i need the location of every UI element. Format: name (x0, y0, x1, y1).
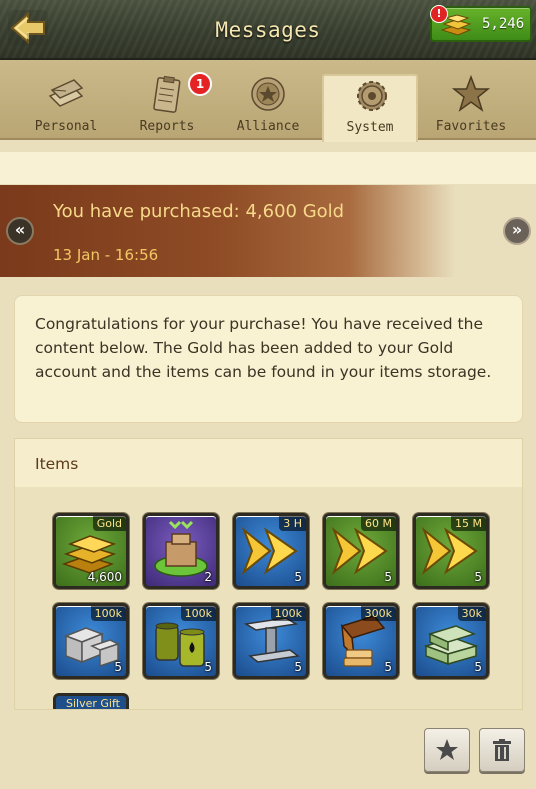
item-tag: 30k (457, 606, 486, 621)
tab-label: System (346, 120, 394, 135)
item-tag: 15 M (451, 516, 486, 531)
alliance-emblem-icon (251, 77, 285, 111)
message-subject: You have purchased: 4,600 Gold (53, 201, 345, 222)
item-silver-gift[interactable]: Silver Gift (53, 693, 129, 710)
spacer-strip (0, 152, 536, 184)
item-gold[interactable]: Gold 4,600 (53, 513, 129, 589)
message-date: 13 Jan - 16:56 (53, 246, 159, 264)
item-tag: 100k (180, 606, 216, 621)
previous-message-button[interactable]: « (6, 217, 34, 245)
tab-label: Reports (139, 119, 195, 134)
item-quantity: 5 (294, 660, 302, 674)
star-icon (436, 739, 458, 760)
tab-label: Favorites (435, 119, 507, 134)
items-header: Items (15, 439, 522, 487)
tab-label: Alliance (236, 119, 300, 134)
top-bar: Messages 5,246 ! (0, 0, 536, 60)
item-cash[interactable]: 30k 5 (413, 603, 489, 679)
delete-button[interactable] (479, 728, 525, 772)
tab-personal[interactable]: Personal (18, 72, 114, 140)
item-quantity: 5 (474, 660, 482, 674)
item-quantity: 5 (114, 660, 122, 674)
item-tag: 300k (360, 606, 396, 621)
item-tag: 100k (270, 606, 306, 621)
gear-icon (357, 81, 387, 111)
item-speedup-3h[interactable]: 3 H 5 (233, 513, 309, 589)
item-food[interactable]: 300k 5 (323, 603, 399, 679)
tab-favorites[interactable]: Favorites (423, 72, 519, 140)
star-icon (451, 74, 491, 112)
item-tag: 60 M (361, 516, 396, 531)
reports-unread-badge: 1 (188, 72, 212, 96)
item-quantity: 5 (294, 570, 302, 584)
item-tag: Gold (92, 516, 126, 531)
item-tag: Silver Gift (66, 697, 120, 710)
item-quantity: 5 (384, 660, 392, 674)
message-header: « You have purchased: 4,600 Gold 13 Jan … (0, 185, 536, 277)
item-speedup-60m[interactable]: 60 M 5 (323, 513, 399, 589)
item-stone[interactable]: 100k 5 (53, 603, 129, 679)
item-tag: 100k (90, 606, 126, 621)
item-iron[interactable]: 100k 5 (233, 603, 309, 679)
item-quantity: 2 (204, 570, 212, 584)
item-tag: 3 H (279, 516, 306, 531)
message-tabs: Personal Reports Alliance System Favorit… (0, 60, 536, 142)
tab-system[interactable]: System (322, 74, 418, 142)
tab-label: Personal (34, 119, 98, 134)
gold-alert-badge: ! (430, 5, 448, 23)
items-panel: Items Gold 4,600 2 3 H 5 60 M 5 15 M 5 1… (14, 438, 523, 710)
clipboard-icon (153, 75, 181, 113)
items-title: Items (35, 455, 79, 473)
item-quantity: 5 (384, 570, 392, 584)
favorite-button[interactable] (424, 728, 470, 772)
trash-icon (493, 739, 511, 761)
item-quantity: 4,600 (87, 570, 122, 584)
item-building[interactable]: 2 (143, 513, 219, 589)
item-speedup-15m[interactable]: 15 M 5 (413, 513, 489, 589)
message-body-card: Congratulations for your purchase! You h… (14, 295, 523, 423)
letters-icon (48, 79, 84, 107)
item-quantity: 5 (204, 660, 212, 674)
item-quantity: 5 (474, 570, 482, 584)
item-oil[interactable]: 100k 5 (143, 603, 219, 679)
tab-alliance[interactable]: Alliance (220, 72, 316, 140)
gold-amount: 5,246 (482, 16, 525, 32)
message-body: Congratulations for your purchase! You h… (35, 315, 492, 381)
next-message-button[interactable]: » (503, 217, 531, 245)
